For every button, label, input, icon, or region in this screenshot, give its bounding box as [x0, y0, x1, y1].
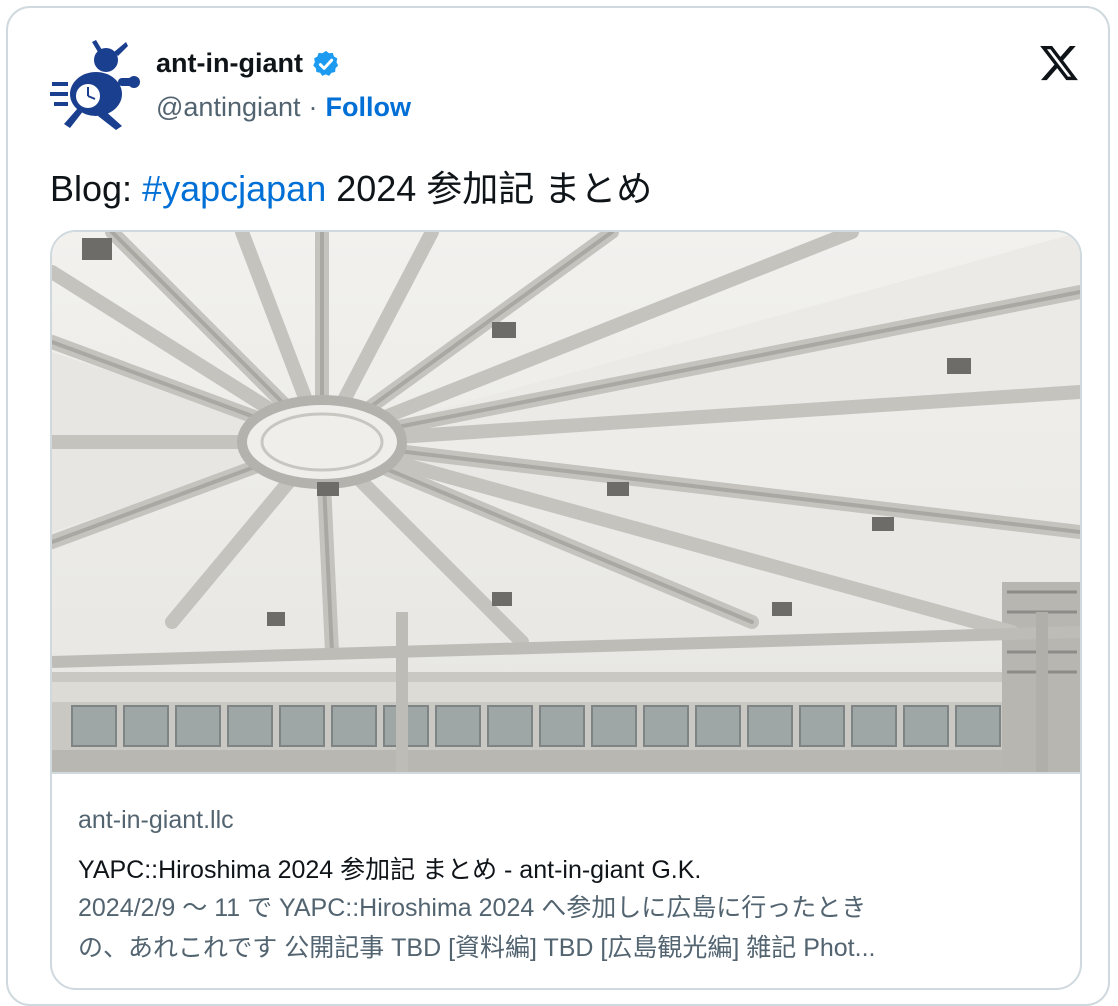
hashtag-link[interactable]: #yapcjapan: [142, 168, 326, 209]
link-preview-card[interactable]: ant-in-giant.llc YAPC::Hiroshima 2024 参加…: [50, 230, 1082, 990]
tweet-text-prefix: Blog:: [50, 168, 143, 209]
tweet-embed-card[interactable]: ant-in-giant @antingiant · Follow Blog: …: [6, 6, 1110, 1006]
ant-logo-avatar[interactable]: [48, 38, 144, 134]
link-preview-image: [52, 232, 1080, 774]
handle-separator: ·: [308, 92, 318, 122]
link-domain: ant-in-giant.llc: [78, 806, 234, 834]
author-name-row: ant-in-giant: [156, 48, 341, 79]
handle-row: @antingiant · Follow: [156, 92, 411, 123]
follow-button[interactable]: Follow: [326, 92, 411, 123]
card-divider: [52, 772, 1080, 774]
link-description: 2024/2/9 〜 11 で YAPC::Hiroshima 2024 へ参加…: [78, 888, 1048, 968]
tweet-text-suffix: 2024 参加記 まとめ: [326, 168, 653, 209]
link-title: YAPC::Hiroshima 2024 参加記 まとめ - ant-in-gi…: [78, 856, 702, 884]
tweet-text: Blog: #yapcjapan 2024 参加記 まとめ: [50, 160, 652, 212]
author-handle[interactable]: @antingiant: [156, 92, 301, 123]
x-logo-icon[interactable]: [1038, 42, 1080, 84]
verified-badge-icon: [313, 50, 339, 76]
link-description-line: の、あれこれです 公開記事 TBD [資料編] TBD [広島観光編] 雑記 P…: [78, 934, 876, 962]
author-name[interactable]: ant-in-giant: [156, 48, 303, 79]
link-description-line: 2024/2/9 〜 11 で YAPC::Hiroshima 2024 へ参加…: [78, 894, 867, 922]
